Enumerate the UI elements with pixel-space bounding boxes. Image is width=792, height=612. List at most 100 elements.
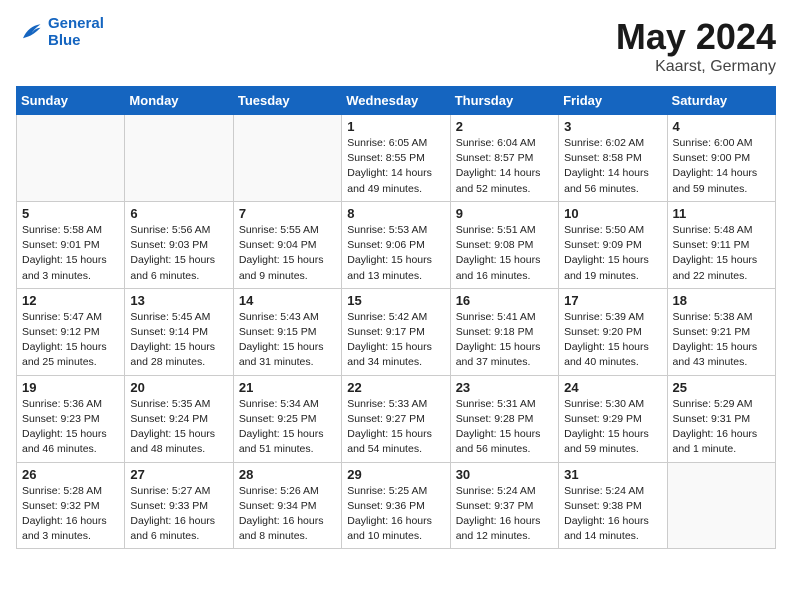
day-info: Sunrise: 5:48 AM Sunset: 9:11 PM Dayligh… [673,223,770,284]
calendar-cell: 10 Sunrise: 5:50 AM Sunset: 9:09 PM Dayli… [559,201,667,288]
day-number: 8 [347,206,444,221]
month-title: May 2024 [616,16,776,58]
day-info: Sunrise: 5:27 AM Sunset: 9:33 PM Dayligh… [130,484,227,545]
calendar-week-2: 5 Sunrise: 5:58 AM Sunset: 9:01 PM Daylig… [17,201,776,288]
day-info: Sunrise: 6:04 AM Sunset: 8:57 PM Dayligh… [456,136,553,197]
day-number: 16 [456,293,553,308]
calendar-cell: 22 Sunrise: 5:33 AM Sunset: 9:27 PM Dayli… [342,375,450,462]
day-number: 22 [347,380,444,395]
day-info: Sunrise: 5:33 AM Sunset: 9:27 PM Dayligh… [347,397,444,458]
weekday-header-monday: Monday [125,87,233,115]
day-info: Sunrise: 5:55 AM Sunset: 9:04 PM Dayligh… [239,223,336,284]
day-number: 12 [22,293,119,308]
calendar-cell [667,462,775,549]
calendar-cell: 7 Sunrise: 5:55 AM Sunset: 9:04 PM Daylig… [233,201,341,288]
day-number: 3 [564,119,661,134]
day-info: Sunrise: 5:58 AM Sunset: 9:01 PM Dayligh… [22,223,119,284]
calendar-cell [233,115,341,202]
calendar-week-1: 1 Sunrise: 6:05 AM Sunset: 8:55 PM Daylig… [17,115,776,202]
day-info: Sunrise: 5:25 AM Sunset: 9:36 PM Dayligh… [347,484,444,545]
day-info: Sunrise: 6:00 AM Sunset: 9:00 PM Dayligh… [673,136,770,197]
day-number: 7 [239,206,336,221]
calendar-cell: 26 Sunrise: 5:28 AM Sunset: 9:32 PM Dayli… [17,462,125,549]
calendar-cell: 9Sunrise: 5:51 AM Sunset: 9:08 PM Daylig… [450,201,558,288]
calendar-cell: 15 Sunrise: 5:42 AM Sunset: 9:17 PM Dayli… [342,288,450,375]
day-info: Sunrise: 5:24 AM Sunset: 9:38 PM Dayligh… [564,484,661,545]
day-info: Sunrise: 6:05 AM Sunset: 8:55 PM Dayligh… [347,136,444,197]
calendar-cell: 23 Sunrise: 5:31 AM Sunset: 9:28 PM Dayli… [450,375,558,462]
calendar-cell: 3 Sunrise: 6:02 AM Sunset: 8:58 PM Daylig… [559,115,667,202]
day-number: 20 [130,380,227,395]
calendar-cell: 8 Sunrise: 5:53 AM Sunset: 9:06 PM Daylig… [342,201,450,288]
day-number: 11 [673,206,770,221]
day-number: 6 [130,206,227,221]
weekday-header-row: SundayMondayTuesdayWednesdayThursdayFrid… [17,87,776,115]
calendar-cell: 1 Sunrise: 6:05 AM Sunset: 8:55 PM Daylig… [342,115,450,202]
day-number: 28 [239,467,336,482]
calendar-cell: 6 Sunrise: 5:56 AM Sunset: 9:03 PM Daylig… [125,201,233,288]
calendar-cell [17,115,125,202]
day-number: 13 [130,293,227,308]
calendar-week-5: 26 Sunrise: 5:28 AM Sunset: 9:32 PM Dayli… [17,462,776,549]
day-info: Sunrise: 5:50 AM Sunset: 9:09 PM Dayligh… [564,223,661,284]
day-info: Sunrise: 5:42 AM Sunset: 9:17 PM Dayligh… [347,310,444,371]
day-info: Sunrise: 5:47 AM Sunset: 9:12 PM Dayligh… [22,310,119,371]
calendar-cell: 27 Sunrise: 5:27 AM Sunset: 9:33 PM Dayli… [125,462,233,549]
calendar-cell: 16 Sunrise: 5:41 AM Sunset: 9:18 PM Dayli… [450,288,558,375]
day-info: Sunrise: 5:45 AM Sunset: 9:14 PM Dayligh… [130,310,227,371]
calendar-cell: 20Sunrise: 5:35 AM Sunset: 9:24 PM Dayli… [125,375,233,462]
calendar-cell: 12 Sunrise: 5:47 AM Sunset: 9:12 PM Dayli… [17,288,125,375]
day-number: 27 [130,467,227,482]
calendar-cell: 2 Sunrise: 6:04 AM Sunset: 8:57 PM Daylig… [450,115,558,202]
calendar-cell: 29 Sunrise: 5:25 AM Sunset: 9:36 PM Dayli… [342,462,450,549]
logo-text: General Blue [48,16,104,49]
logo-icon [16,19,44,47]
day-number: 1 [347,119,444,134]
day-info: Sunrise: 6:02 AM Sunset: 8:58 PM Dayligh… [564,136,661,197]
calendar-cell: 14 Sunrise: 5:43 AM Sunset: 9:15 PM Dayli… [233,288,341,375]
day-info: Sunrise: 5:36 AM Sunset: 9:23 PM Dayligh… [22,397,119,458]
calendar-cell [125,115,233,202]
calendar-cell: 25 Sunrise: 5:29 AM Sunset: 9:31 PM Dayli… [667,375,775,462]
day-number: 5 [22,206,119,221]
calendar-week-3: 12 Sunrise: 5:47 AM Sunset: 9:12 PM Dayli… [17,288,776,375]
day-number: 30 [456,467,553,482]
page-header: General Blue May 2024 Kaarst, Germany [16,16,776,76]
calendar-cell: 24Sunrise: 5:30 AM Sunset: 9:29 PM Dayli… [559,375,667,462]
day-info: Sunrise: 5:43 AM Sunset: 9:15 PM Dayligh… [239,310,336,371]
calendar-cell: 11 Sunrise: 5:48 AM Sunset: 9:11 PM Dayli… [667,201,775,288]
day-number: 9 [456,206,553,221]
calendar-cell: 19 Sunrise: 5:36 AM Sunset: 9:23 PM Dayli… [17,375,125,462]
weekday-header-thursday: Thursday [450,87,558,115]
day-info: Sunrise: 5:34 AM Sunset: 9:25 PM Dayligh… [239,397,336,458]
day-number: 29 [347,467,444,482]
day-number: 26 [22,467,119,482]
day-number: 14 [239,293,336,308]
calendar-cell: 5 Sunrise: 5:58 AM Sunset: 9:01 PM Daylig… [17,201,125,288]
day-info: Sunrise: 5:53 AM Sunset: 9:06 PM Dayligh… [347,223,444,284]
day-number: 19 [22,380,119,395]
day-info: Sunrise: 5:29 AM Sunset: 9:31 PM Dayligh… [673,397,770,458]
day-number: 15 [347,293,444,308]
day-info: Sunrise: 5:39 AM Sunset: 9:20 PM Dayligh… [564,310,661,371]
day-number: 10 [564,206,661,221]
calendar-cell: 17Sunrise: 5:39 AM Sunset: 9:20 PM Dayli… [559,288,667,375]
day-number: 23 [456,380,553,395]
calendar-cell: 30Sunrise: 5:24 AM Sunset: 9:37 PM Dayli… [450,462,558,549]
day-info: Sunrise: 5:56 AM Sunset: 9:03 PM Dayligh… [130,223,227,284]
day-number: 25 [673,380,770,395]
calendar-table: SundayMondayTuesdayWednesdayThursdayFrid… [16,86,776,549]
day-info: Sunrise: 5:38 AM Sunset: 9:21 PM Dayligh… [673,310,770,371]
calendar-cell: 13 Sunrise: 5:45 AM Sunset: 9:14 PM Dayli… [125,288,233,375]
day-number: 31 [564,467,661,482]
logo: General Blue [16,16,104,49]
day-info: Sunrise: 5:28 AM Sunset: 9:32 PM Dayligh… [22,484,119,545]
day-info: Sunrise: 5:41 AM Sunset: 9:18 PM Dayligh… [456,310,553,371]
day-number: 24 [564,380,661,395]
title-block: May 2024 Kaarst, Germany [616,16,776,76]
calendar-week-4: 19 Sunrise: 5:36 AM Sunset: 9:23 PM Dayli… [17,375,776,462]
day-number: 2 [456,119,553,134]
day-info: Sunrise: 5:31 AM Sunset: 9:28 PM Dayligh… [456,397,553,458]
day-number: 4 [673,119,770,134]
calendar-cell: 28Sunrise: 5:26 AM Sunset: 9:34 PM Dayli… [233,462,341,549]
